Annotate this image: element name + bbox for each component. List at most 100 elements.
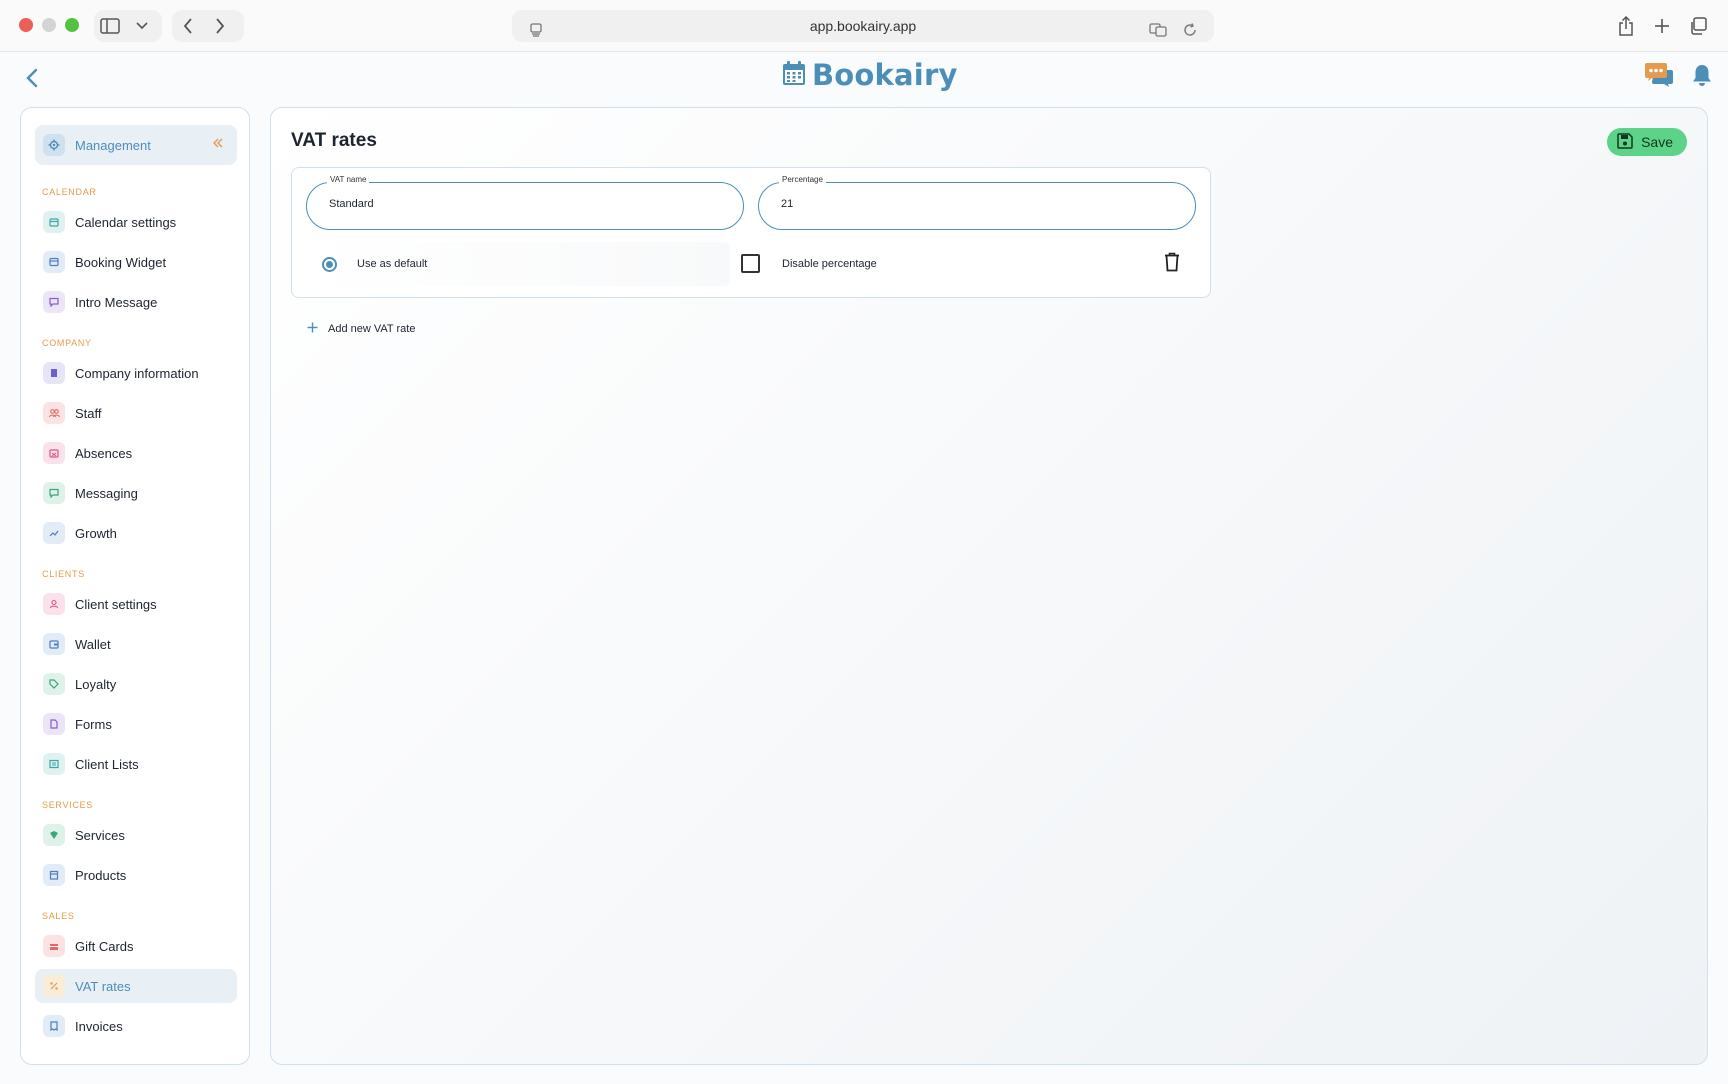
vat-rate-card: VAT name Percentage Use as default Disab… (291, 167, 1211, 298)
new-tab-icon[interactable] (1646, 10, 1678, 42)
vat-name-field[interactable]: VAT name (306, 175, 744, 230)
sidebar-item-label: Calendar settings (75, 214, 177, 230)
history-nav-group (172, 10, 244, 42)
sidebar-item-gift-cards[interactable]: Gift Cards (35, 929, 237, 963)
building-icon (43, 362, 65, 384)
section-title-company: Company (42, 338, 92, 348)
percentage-input[interactable] (781, 198, 1161, 210)
tag-icon (43, 673, 65, 695)
add-vat-rate-button[interactable]: Add new VAT rate (307, 320, 415, 338)
sidebar-item-label: VAT rates (75, 978, 131, 994)
page-title: VAT rates (291, 130, 377, 151)
translate-icon[interactable] (1142, 14, 1174, 46)
notification-bell-icon[interactable] (1692, 63, 1712, 92)
trash-icon[interactable] (1164, 252, 1180, 277)
sidebar-item-client-lists[interactable]: Client Lists (35, 747, 237, 781)
browser-actions (1610, 10, 1714, 42)
chevron-down-icon[interactable] (126, 10, 158, 42)
section-title-clients: Clients (42, 569, 85, 579)
app-logo[interactable]: Bookairy (782, 58, 958, 92)
form-icon (43, 713, 65, 735)
sidebar-item-label: Forms (75, 716, 112, 732)
sidebar-toggle-icon[interactable] (94, 10, 126, 42)
section-title-calendar: Calendar (42, 187, 97, 197)
calendar-icon (43, 211, 65, 233)
save-button[interactable]: Save (1607, 128, 1687, 156)
browser-forward-icon[interactable] (204, 10, 236, 42)
sidebar-item-messaging[interactable]: Messaging (35, 476, 237, 510)
management-header[interactable]: Management (35, 125, 237, 165)
default-radio[interactable] (322, 256, 337, 272)
sidebar-item-label: Wallet (75, 636, 111, 652)
sidebar-item-wallet[interactable]: Wallet (35, 627, 237, 661)
percentage-field[interactable]: Percentage (758, 175, 1196, 230)
chat-bubbles-icon[interactable] (1644, 62, 1674, 93)
sidebar-item-label: Growth (75, 525, 117, 541)
sidebar-toggle-group (94, 10, 162, 42)
browser-back-icon[interactable] (172, 10, 204, 42)
sidebar-item-label: Booking Widget (75, 254, 167, 270)
radio-selected-dot (326, 260, 333, 268)
sidebar-item-label: Client settings (75, 596, 157, 612)
use-as-default-option[interactable]: Use as default (306, 242, 730, 286)
app-header: Bookairy (0, 52, 1728, 106)
vat-name-input[interactable] (329, 198, 709, 210)
percent-icon (43, 975, 65, 997)
gear-icon (43, 134, 65, 156)
growth-icon (43, 522, 65, 544)
plus-icon (307, 320, 318, 338)
management-label: Management (75, 137, 151, 153)
sidebar-item-intro-message[interactable]: Intro Message (35, 285, 237, 319)
sidebar-item-client-settings[interactable]: Client settings (35, 587, 237, 621)
add-vat-rate-label: Add new VAT rate (328, 323, 416, 335)
sidebar-item-booking-widget[interactable]: Booking Widget (35, 245, 237, 279)
percentage-label: Percentage (779, 175, 826, 184)
sidebar-item-company-information[interactable]: Company information (35, 356, 237, 390)
disable-percentage-checkbox[interactable] (741, 254, 760, 273)
invoice-icon (43, 1015, 65, 1037)
section-title-services: Services (42, 800, 93, 810)
sidebar-item-loyalty[interactable]: Loyalty (35, 667, 237, 701)
logo-text: Bookairy (812, 58, 958, 92)
sidebar-item-label: Absences (75, 445, 133, 461)
sidebar-item-absences[interactable]: Absences (35, 436, 237, 470)
sidebar-item-products[interactable]: Products (35, 858, 237, 892)
collapse-sidebar-icon[interactable] (213, 135, 223, 151)
sidebar-item-invoices[interactable]: Invoices (35, 1009, 237, 1043)
address-bar-actions (1142, 14, 1206, 46)
window-zoom-button[interactable] (65, 18, 79, 32)
disable-percentage-label: Disable percentage (782, 258, 877, 270)
sidebar-item-label: Gift Cards (75, 938, 134, 954)
sidebar-item-label: Messaging (75, 485, 138, 501)
sidebar-item-label: Products (75, 867, 127, 883)
address-bar[interactable]: app.bookairy.app (512, 10, 1214, 42)
header-actions (1644, 62, 1712, 93)
absence-icon (43, 442, 65, 464)
sidebar-item-calendar-settings[interactable]: Calendar settings (35, 205, 237, 239)
reload-icon[interactable] (1174, 14, 1206, 46)
tab-overview-icon[interactable] (1682, 10, 1714, 42)
sidebar-item-label: Invoices (75, 1018, 123, 1034)
url-text: app.bookairy.app (809, 18, 917, 34)
save-label: Save (1641, 134, 1673, 150)
window-close-button[interactable] (19, 18, 33, 32)
calendar-logo-icon (782, 60, 806, 91)
window-minimize-button[interactable] (42, 18, 56, 32)
sidebar-item-label: Services (75, 827, 125, 843)
sidebar-item-label: Client Lists (75, 756, 139, 772)
message-icon (43, 291, 65, 313)
user-icon (43, 593, 65, 615)
share-icon[interactable] (1610, 10, 1642, 42)
sidebar-item-vat-rates[interactable]: VAT rates (35, 969, 237, 1003)
sidebar-item-staff[interactable]: Staff (35, 396, 237, 430)
sidebar-item-growth[interactable]: Growth (35, 516, 237, 550)
browser-toolbar: app.bookairy.app (0, 0, 1728, 52)
vat-name-label: VAT name (327, 175, 370, 184)
back-arrow-icon[interactable] (16, 62, 48, 94)
floppy-disk-icon (1617, 132, 1633, 152)
widget-icon (43, 251, 65, 273)
wallet-icon (43, 633, 65, 655)
sidebar-item-forms[interactable]: Forms (35, 707, 237, 741)
sidebar-item-label: Company information (75, 365, 199, 381)
sidebar-item-services[interactable]: Services (35, 818, 237, 852)
